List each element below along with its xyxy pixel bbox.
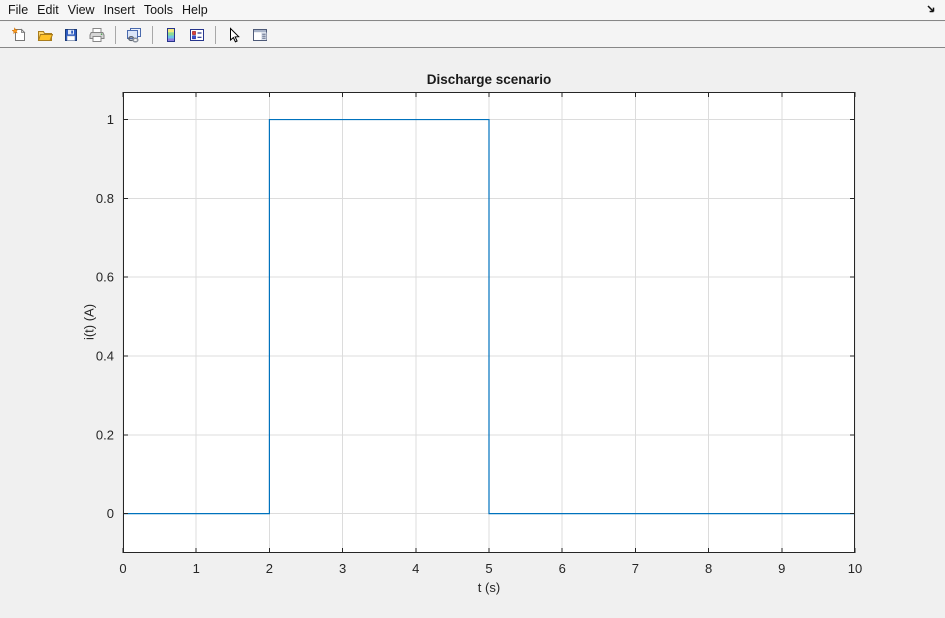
menu-help[interactable]: Help [182,3,208,17]
menu-insert[interactable]: Insert [104,3,135,17]
x-tick-label: 9 [778,561,785,576]
x-tick-label: 1 [193,561,200,576]
x-tick-label: 8 [705,561,712,576]
y-tick-label: 1 [107,112,114,127]
menu-edit[interactable]: Edit [37,3,59,17]
menu-tools[interactable]: Tools [144,3,173,17]
x-tick-label: 6 [559,561,566,576]
x-tick-label: 7 [632,561,639,576]
x-tick-label: 0 [119,561,126,576]
edit-plot-icon[interactable] [222,23,246,47]
plot-tools-icon[interactable] [248,23,272,47]
colorbar-icon[interactable] [159,23,183,47]
toolbar-separator [152,25,153,44]
toolbar-separator [115,25,116,44]
chart-title: Discharge scenario [426,72,552,87]
y-tick-label: 0.6 [96,270,114,285]
y-tick-label: 0.4 [96,348,114,363]
x-tick-label: 3 [339,561,346,576]
link-plot-icon[interactable] [122,23,146,47]
matlab-figure-window: File Edit View Insert Tools Help Dischar… [0,0,945,618]
x-tick-label: 4 [412,561,419,576]
open-icon[interactable] [33,23,57,47]
dock-arrow-icon[interactable] [925,3,938,16]
menu-view[interactable]: View [68,3,95,17]
y-tick-label: 0 [107,506,114,521]
figure-canvas: Discharge scenario i(t) (A) t (s) 0 1 2 3 4 5… [0,49,945,618]
save-icon[interactable] [59,23,83,47]
figure-toolbar [0,22,945,48]
new-figure-icon[interactable] [7,23,31,47]
x-tick-label: 2 [266,561,273,576]
menu-bar: File Edit View Insert Tools Help [0,0,945,21]
x-tick-label: 10 [848,561,862,576]
y-axis-label: i(t) (A) [81,303,97,341]
chart-plot-area: 0 1 2 3 4 5 6 7 8 9 10 0 0.2 0.4 0.6 0.8 1 [96,92,862,576]
print-icon[interactable] [85,23,109,47]
legend-icon[interactable] [185,23,209,47]
x-axis-label: t (s) [477,580,501,595]
y-tick-label: 0.8 [96,191,114,206]
menu-file[interactable]: File [8,3,28,17]
y-tick-label: 0.2 [96,427,114,442]
x-tick-label: 5 [485,561,492,576]
toolbar-separator [215,25,216,44]
